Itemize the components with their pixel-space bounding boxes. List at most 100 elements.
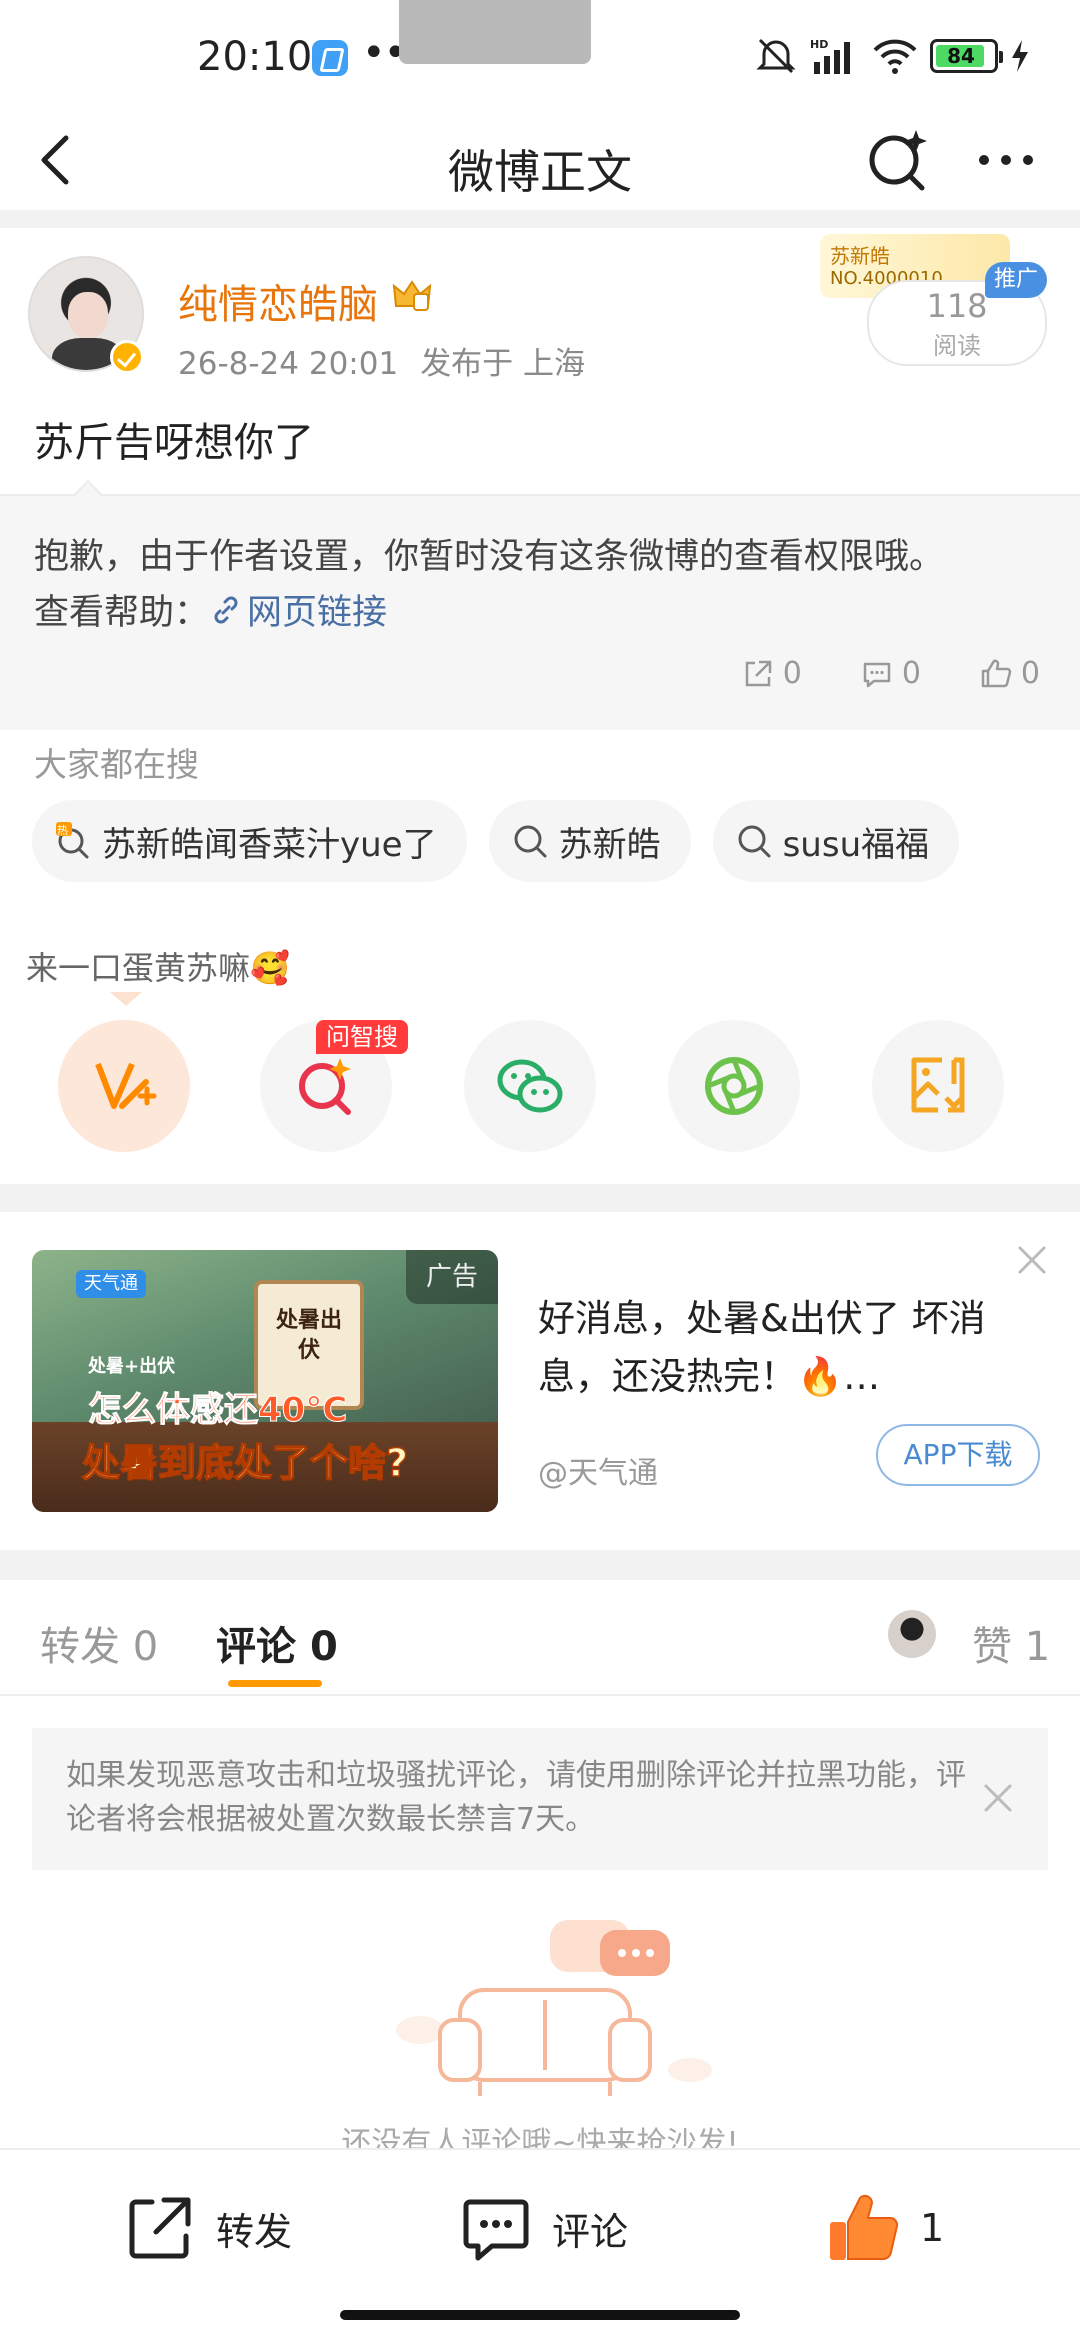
hot-search-chip[interactable]: 苏新皓 <box>488 800 691 882</box>
thumbs-up-icon <box>830 2194 899 2261</box>
post-date: 26-8-24 20:01 <box>178 346 399 382</box>
chip-label: susu福福 <box>782 824 930 865</box>
ai-search-icon[interactable] <box>862 124 934 196</box>
promote-badge[interactable]: 推广 <box>985 262 1047 298</box>
more-icon[interactable] <box>970 124 1042 196</box>
post-location: 发布于 上海 <box>420 346 586 382</box>
hd-signal-icon: HD <box>810 38 850 74</box>
caption-pointer <box>110 992 142 1006</box>
comment-button[interactable]: 评论 <box>458 2190 628 2266</box>
weibo-edit-icon <box>95 1062 157 1109</box>
comment-stat[interactable]: 0 <box>860 656 921 691</box>
crown-icon <box>392 280 432 311</box>
like-icon <box>981 659 1012 687</box>
help-label: 查看帮助： <box>34 593 210 633</box>
repost-stat[interactable]: 0 <box>741 656 802 691</box>
hot-search-icon: 热 <box>56 822 89 859</box>
save-image-button[interactable] <box>872 1020 1004 1152</box>
hot-search-title: 大家都在搜 <box>34 745 199 784</box>
battery-level: 84 <box>947 44 975 68</box>
post-stats: 0 0 0 <box>741 656 1040 691</box>
chip-label: 苏新皓闻香菜汁yue了 <box>102 824 437 865</box>
section-divider <box>0 1184 1080 1212</box>
liker-avatar[interactable] <box>888 1610 936 1658</box>
close-icon[interactable] <box>980 1780 1016 1816</box>
like-count: 1 <box>920 2206 945 2250</box>
ad-label: 广告 <box>406 1250 498 1304</box>
comment-tip: 如果发现恶意攻击和垃圾骚扰评论，请使用删除评论并拉黑功能，评论者将会根据被处置次… <box>32 1728 1048 1870</box>
save-image-icon <box>911 1057 965 1113</box>
web-link[interactable]: 网页链接 <box>209 584 387 635</box>
ad-title[interactable]: 好消息，处暑&出伏了 坏消息，还没热完！🔥… <box>538 1290 1048 1406</box>
post-meta: 26-8-24 20:01 发布于 上海 <box>178 338 585 383</box>
post-text: 苏斤告呀想你了 <box>34 420 314 466</box>
svg-text:热: 热 <box>57 824 68 837</box>
ad-source: @天气通 <box>538 1456 658 1491</box>
section-divider <box>0 1550 1080 1580</box>
empty-comments-text: 还没有人评论哦~快来抢沙发! <box>341 2126 739 2148</box>
comment-icon <box>463 2199 529 2261</box>
weibo-repost-button[interactable] <box>58 1020 190 1152</box>
search-icon <box>738 825 771 858</box>
comment-label: 评论 <box>552 2209 629 2254</box>
ad-small-text: 处暑+出伏 <box>88 1356 176 1377</box>
promo-name: 苏新皓 <box>830 244 890 268</box>
hot-search-chip[interactable]: susu福福 <box>712 800 960 882</box>
repost-button[interactable]: 转发 <box>122 2190 292 2266</box>
camera-cutout <box>399 0 591 64</box>
section-divider <box>0 210 1080 228</box>
repost-icon <box>129 2197 191 2259</box>
close-icon[interactable] <box>1012 1240 1052 1280</box>
ad-logo: 天气通 <box>76 1270 146 1298</box>
repost-count: 0 <box>782 656 802 691</box>
tip-text: 如果发现恶意攻击和垃圾骚扰评论，请使用删除评论并拉黑功能，评论者将会根据被处置次… <box>66 1758 966 1837</box>
mute-icon <box>756 38 796 74</box>
ad-headline-2: 处暑到底处了个啥? <box>81 1440 409 1486</box>
notice-help: 查看帮助： 网页链接 <box>34 584 387 635</box>
svg-text:HD: HD <box>810 38 828 51</box>
ad-image[interactable]: 处暑出伏 天气通 处暑+出伏 怎么体感还40°C 处暑到底处了个啥? 广告 <box>32 1250 498 1512</box>
ad-headline-1: 怎么体感还40°C <box>87 1390 348 1431</box>
detail-tabs: 转发 0 评论 0 赞 1 <box>0 1580 1080 1696</box>
post-header: 纯情恋皓脑 26-8-24 20:01 发布于 上海 苏斤告呀想你了 苏新皓 NO… <box>0 228 1080 493</box>
like-stat[interactable]: 0 <box>979 656 1040 691</box>
comment-count: 0 <box>901 656 921 691</box>
status-icons: HD 84 <box>754 36 1030 76</box>
repost-icon <box>745 660 771 686</box>
moments-share-button[interactable] <box>668 1020 800 1152</box>
read-label: 阅读 <box>933 332 981 360</box>
moments-icon <box>705 1057 763 1115</box>
nav-bar: 微博正文 <box>0 110 1080 210</box>
app-download-button[interactable]: APP下载 <box>876 1424 1040 1486</box>
search-icon <box>514 825 547 858</box>
tab-repost[interactable]: 转发 0 <box>40 1614 158 1672</box>
like-button[interactable]: 1 <box>826 2190 944 2266</box>
charging-icon <box>1012 40 1028 72</box>
status-bar: 20:10 ••• HD 84 <box>0 0 1080 110</box>
link-icon <box>214 596 238 623</box>
active-tab-indicator <box>228 1680 322 1687</box>
comment-icon <box>863 662 891 687</box>
share-row <box>58 1020 1022 1154</box>
wechat-icon <box>497 1059 563 1113</box>
like-count: 0 <box>1020 656 1040 691</box>
ai-search-badge: 问智搜 <box>316 1020 408 1054</box>
wifi-icon <box>873 39 917 74</box>
tab-like[interactable]: 赞 1 <box>972 1614 1050 1672</box>
tab-comment[interactable]: 评论 0 <box>216 1614 338 1672</box>
username[interactable]: 纯情恋皓脑 <box>178 272 378 330</box>
home-indicator <box>340 2310 740 2320</box>
ad-calendar-text: 处暑出伏 <box>275 1308 342 1363</box>
status-time: 20:10 <box>197 34 313 80</box>
ai-search-icon <box>299 1058 351 1115</box>
repost-label: 转发 <box>216 2209 293 2254</box>
battery-icon: 84 <box>930 39 1003 73</box>
link-text: 网页链接 <box>247 593 388 633</box>
empty-sofa-illustration <box>396 1920 712 2096</box>
chip-label: 苏新皓 <box>558 824 661 865</box>
restricted-notice: 抱歉，由于作者设置，你暂时没有这条微博的查看权限哦。 查看帮助： 网页链接 0 … <box>0 480 1080 730</box>
ad-card[interactable]: 处暑出伏 天气通 处暑+出伏 怎么体感还40°C 处暑到底处了个啥? 广告 好消… <box>0 1212 1080 1550</box>
hot-search-chips: 热 苏新皓闻香菜汁yue了 苏新皓 susu福福 <box>32 800 960 882</box>
wechat-share-button[interactable] <box>464 1020 596 1152</box>
hot-search-chip[interactable]: 热 苏新皓闻香菜汁yue了 <box>32 800 467 882</box>
